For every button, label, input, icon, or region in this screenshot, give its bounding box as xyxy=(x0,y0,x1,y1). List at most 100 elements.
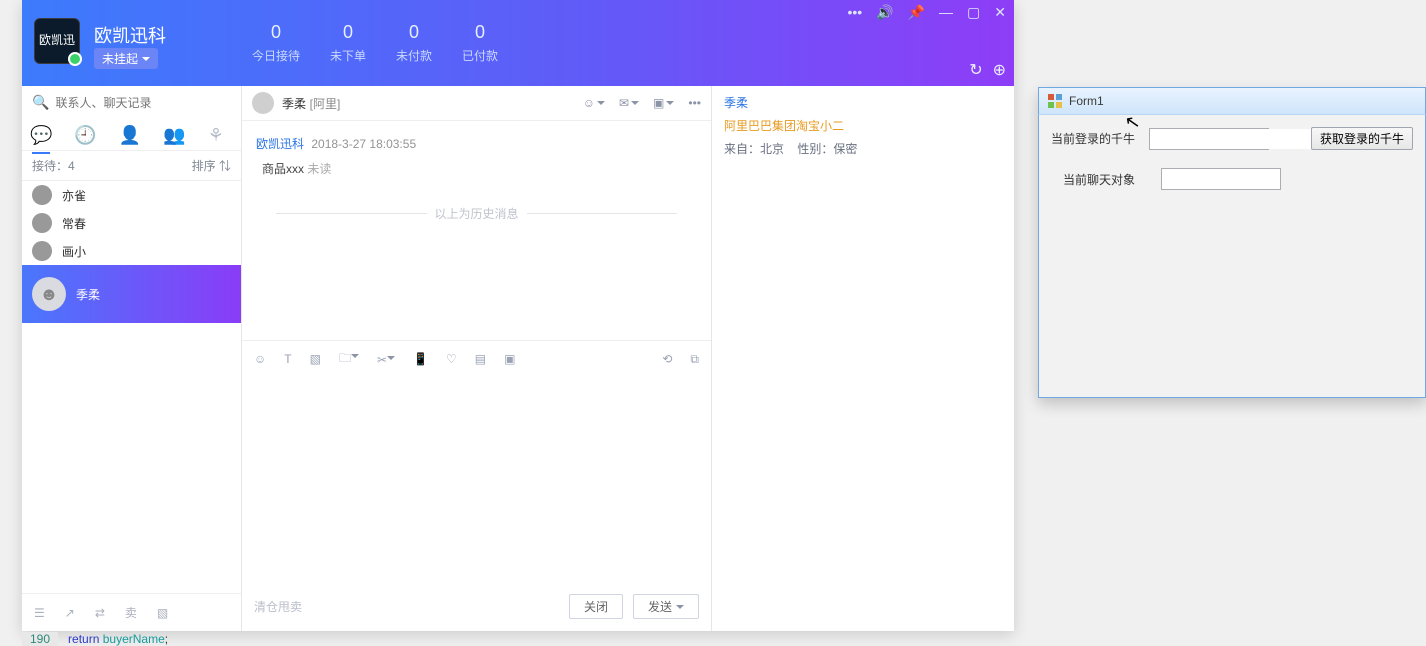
header-stats: 0 今日接待 0 未下单 0 未付款 0 已付款 xyxy=(252,22,498,64)
close-icon[interactable]: ✕ xyxy=(994,4,1006,21)
calc-icon[interactable]: ▤ xyxy=(475,352,486,366)
screenshot-icon[interactable]: ✂ xyxy=(377,352,395,367)
chat-title: 季柔 [阿里] xyxy=(282,95,575,112)
phone-icon[interactable]: 📱 xyxy=(413,352,428,366)
close-button[interactable]: 关闭 xyxy=(569,594,623,619)
send-button[interactable]: 发送 xyxy=(633,594,699,619)
mail-icon[interactable]: ✉ xyxy=(619,96,639,110)
video-icon[interactable]: ▣ xyxy=(653,96,674,110)
transfer-icon[interactable]: ⇄ xyxy=(95,606,105,620)
tab-group-icon[interactable]: 👥 xyxy=(163,125,185,146)
form1-app-icon xyxy=(1047,93,1063,109)
menu-icon[interactable]: ☰ xyxy=(34,606,45,620)
msg-time: 2018-3-27 18:03:55 xyxy=(311,137,416,151)
stat-label: 未付款 xyxy=(396,47,432,64)
chat-history: 欧凯迅科 2018-3-27 18:03:55 商品xxx 未读 以上为历史消息 xyxy=(242,121,711,340)
receive-count: 接待：4 xyxy=(32,157,75,174)
message-editor[interactable] xyxy=(242,378,711,583)
contact-item[interactable]: 常春 xyxy=(22,209,241,237)
message: 商品xxx 未读 xyxy=(262,160,697,177)
contact-list: 亦雀 常春 画小 ☻ 季柔 xyxy=(22,181,241,593)
quick-icon[interactable]: ⟲ xyxy=(662,352,672,366)
sidebar-tabs: 💬 🕘 👤 👥 ⚘ xyxy=(22,119,241,150)
contact-name: 常春 xyxy=(62,215,86,232)
get-qianniu-button[interactable]: 获取登录的千牛 xyxy=(1311,127,1413,150)
gender-value: 保密 xyxy=(833,142,857,156)
contact-name: 季柔 xyxy=(76,286,100,303)
msg-text: 商品xxx xyxy=(262,162,304,176)
clip-icon[interactable]: ▣ xyxy=(504,352,515,366)
form1-row-chat: 当前聊天对象 xyxy=(1051,168,1413,190)
bubble-icon[interactable]: ☺ xyxy=(583,96,605,110)
msg-author: 欧凯迅科 xyxy=(256,137,304,151)
stat-label: 已付款 xyxy=(462,47,498,64)
brand-name: 欧凯迅科 xyxy=(94,22,166,48)
sound-icon[interactable]: 🔊 xyxy=(876,4,893,21)
minimize-icon[interactable]: — xyxy=(939,4,953,21)
avatar: ☻ xyxy=(32,277,66,311)
image-icon[interactable]: ▧ xyxy=(310,352,321,366)
contact-item[interactable]: 画小 xyxy=(22,237,241,265)
folder-icon[interactable]: 🗀 xyxy=(339,349,359,370)
from-label: 来自： xyxy=(724,142,760,156)
detail-pane: 季柔 阿里巴巴集团淘宝小二 来自：北京 性别：保密 xyxy=(712,86,1014,631)
app-header: 欧凯迅 欧凯迅科 未挂起 0 今日接待 0 未下单 0 未付款 0 已付款 xyxy=(22,0,1014,86)
stat-today[interactable]: 0 今日接待 xyxy=(252,22,300,64)
more-icon[interactable]: ••• xyxy=(688,96,701,110)
sort-toggle[interactable]: 排序 ⇅ xyxy=(192,157,231,174)
sidebar: 🔍 💬 🕘 👤 👥 ⚘ 接待：4 排序 ⇅ 亦雀 xyxy=(22,86,242,631)
status-dropdown[interactable]: 未挂起 xyxy=(94,48,158,69)
search-icon: 🔍 xyxy=(32,94,49,111)
cart-icon[interactable]: ⧉ xyxy=(690,352,699,367)
maximize-icon[interactable]: ▢ xyxy=(967,4,980,21)
chat-target-input[interactable] xyxy=(1161,168,1281,190)
popout-icon[interactable]: ↗ xyxy=(65,606,75,620)
stat-noorder[interactable]: 0 未下单 xyxy=(330,22,366,64)
form1-title-text: Form1 xyxy=(1069,94,1104,108)
multiwin-icon[interactable]: ▧ xyxy=(157,606,168,620)
tab-chat-icon[interactable]: 💬 xyxy=(30,125,52,146)
avatar xyxy=(32,213,52,233)
stat-unpaid[interactable]: 0 未付款 xyxy=(396,22,432,64)
chat-avatar xyxy=(252,92,274,114)
detail-org: 阿里巴巴集团淘宝小二 xyxy=(724,117,1002,134)
pin-icon[interactable]: 📌 xyxy=(908,4,925,21)
avatar xyxy=(32,185,52,205)
text-icon[interactable]: T xyxy=(284,352,291,366)
stat-paid[interactable]: 0 已付款 xyxy=(462,22,498,64)
status-label: 未挂起 xyxy=(102,50,138,67)
plus-icon[interactable]: ⊕ xyxy=(993,60,1006,80)
reload-icon[interactable]: ↻ xyxy=(969,60,982,80)
message-meta: 欧凯迅科 2018-3-27 18:03:55 xyxy=(256,135,697,152)
qianniu-combobox[interactable] xyxy=(1149,128,1269,150)
receive-bar: 接待：4 排序 ⇅ xyxy=(22,150,241,181)
stat-label: 今日接待 xyxy=(252,47,300,64)
search-input[interactable] xyxy=(55,96,231,110)
heart-icon[interactable]: ♡ xyxy=(446,352,457,366)
form1-titlebar[interactable]: Form1 xyxy=(1038,87,1426,115)
promo-link[interactable]: 清仓甩卖 xyxy=(254,598,302,615)
stat-value: 0 xyxy=(396,22,432,43)
header-tray: ↻ ⊕ xyxy=(969,60,1006,80)
emoji-icon[interactable]: ☺ xyxy=(254,352,266,366)
contact-item[interactable]: 亦雀 xyxy=(22,181,241,209)
contact-item-selected[interactable]: ☻ 季柔 xyxy=(22,265,241,323)
tab-clock-icon[interactable]: 🕘 xyxy=(74,125,96,146)
qianniu-input[interactable] xyxy=(1150,129,1313,149)
contact-name: 亦雀 xyxy=(62,187,86,204)
sidebar-bottom: ☰ ↗ ⇄ 卖 ▧ xyxy=(22,593,241,631)
form1-window: Form1 当前登录的千牛 获取登录的千牛 当前聊天对象 xyxy=(1038,88,1426,398)
sell-icon[interactable]: 卖 xyxy=(125,604,137,621)
from-value: 北京 xyxy=(760,142,784,156)
kw-return: return xyxy=(68,632,99,646)
logo-text: 欧凯迅 xyxy=(39,34,75,47)
more-icon[interactable]: ••• xyxy=(847,4,862,21)
tab-team-icon[interactable]: ⚘ xyxy=(208,125,224,146)
search-box: 🔍 xyxy=(22,86,241,119)
stat-value: 0 xyxy=(462,22,498,43)
editor-toolbar: ☺ T ▧ 🗀 ✂ 📱 ♡ ▤ ▣ ⟲ ⧉ xyxy=(242,340,711,378)
gender-label: 性别： xyxy=(797,142,833,156)
tab-person-icon[interactable]: 👤 xyxy=(119,125,141,146)
avatar xyxy=(32,241,52,261)
contact-link[interactable]: 季柔 xyxy=(724,96,748,110)
